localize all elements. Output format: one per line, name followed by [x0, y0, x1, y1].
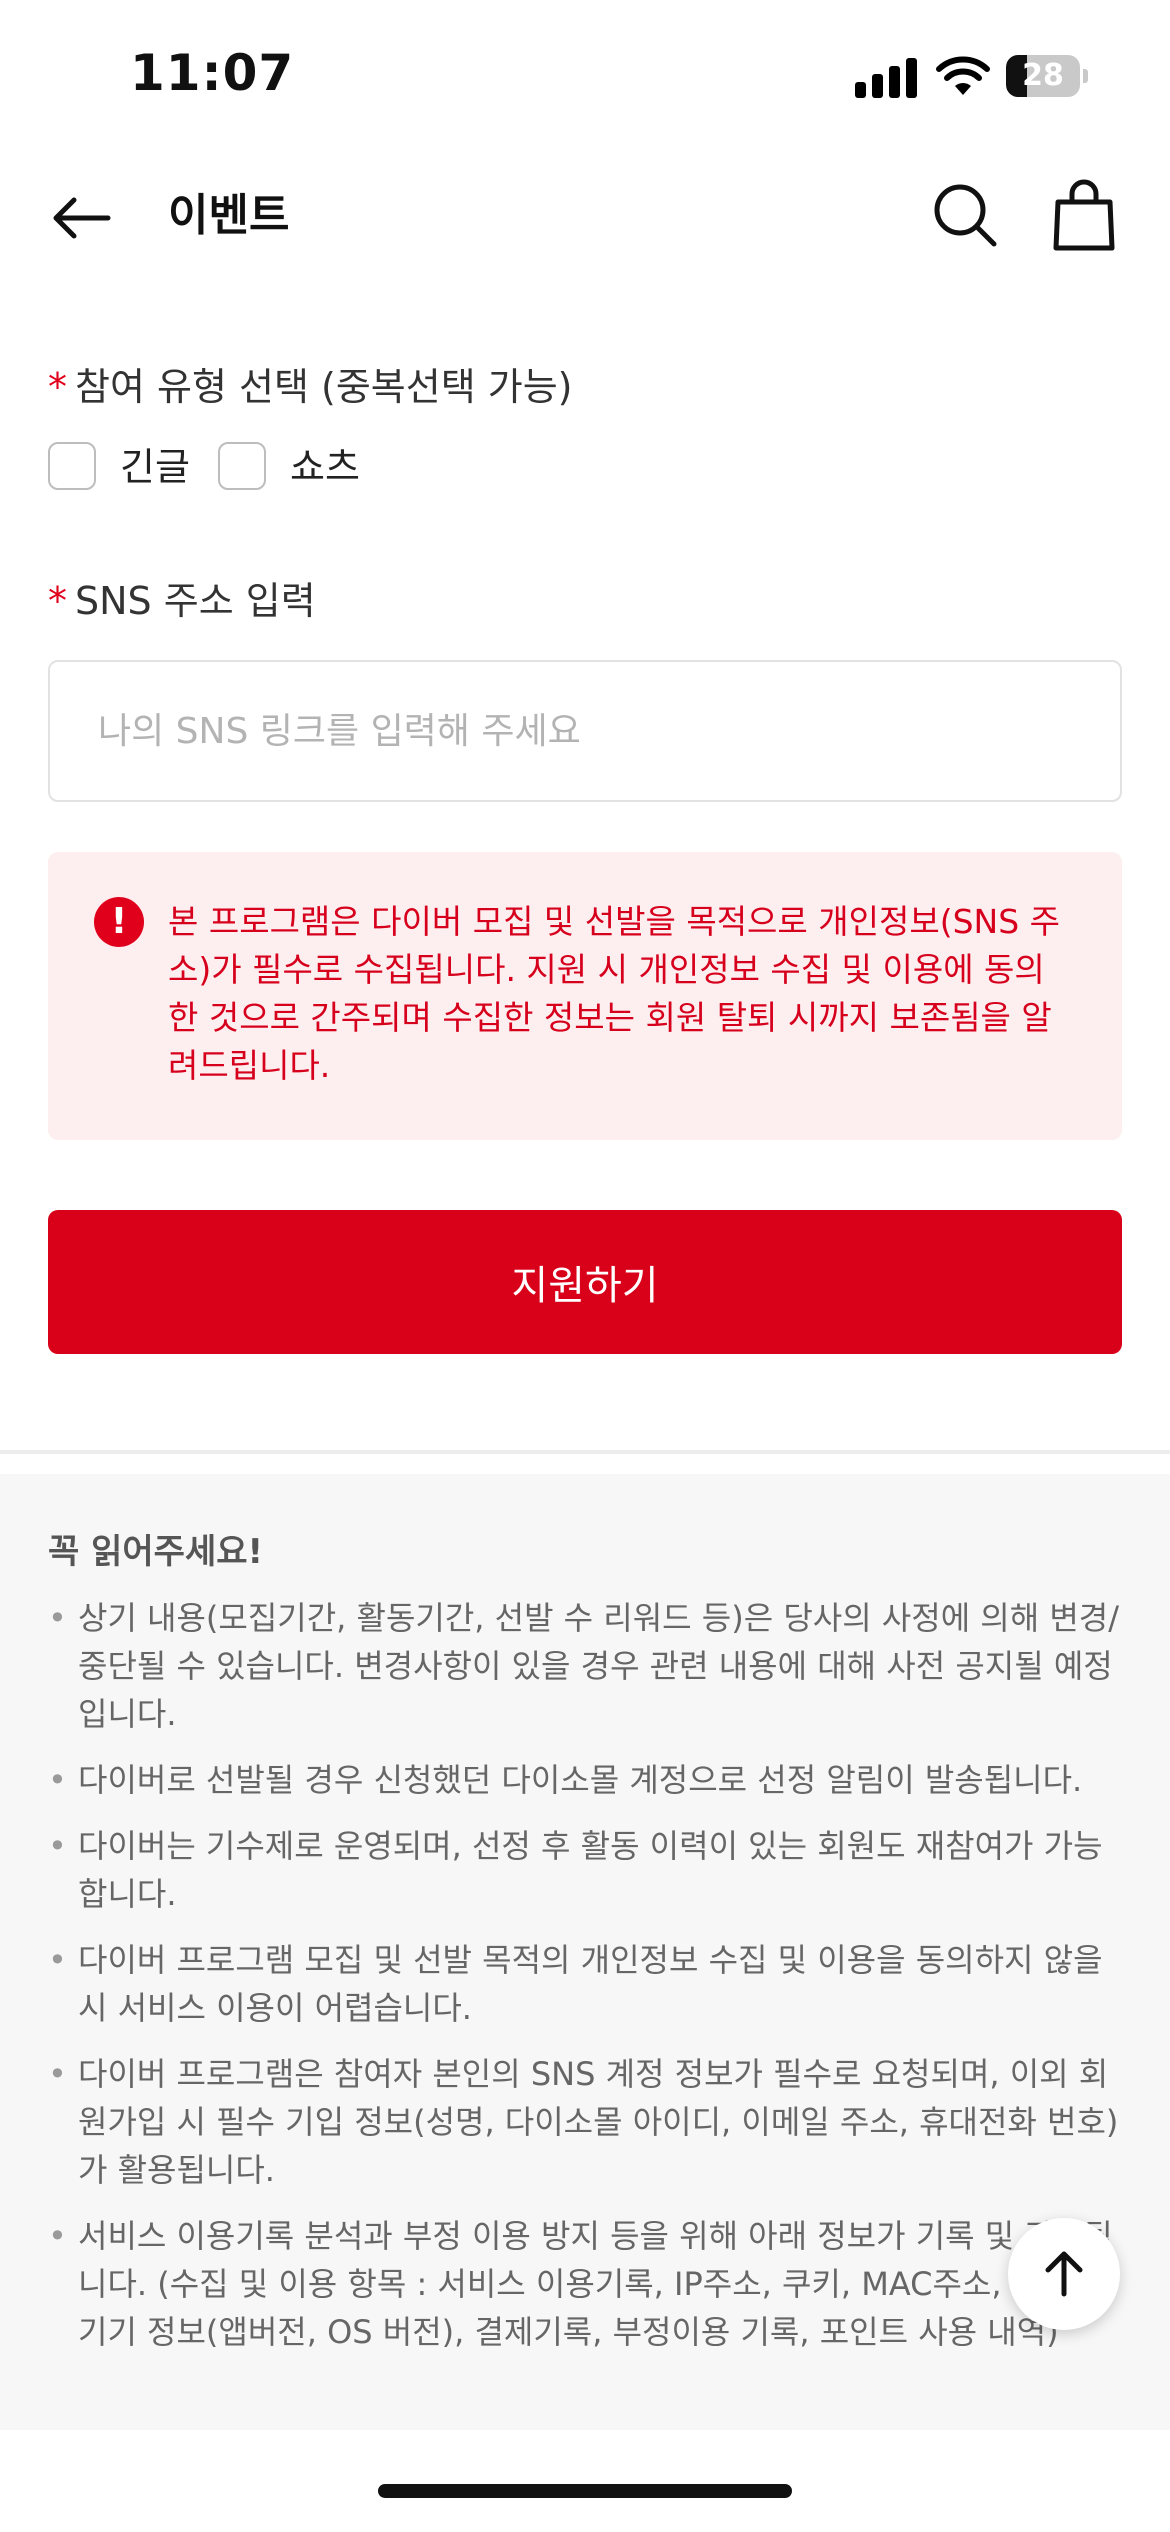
cellular-signal-icon [855, 58, 917, 98]
required-mark: * [48, 579, 67, 623]
page-title: 이벤트 [168, 190, 290, 241]
required-mark: * [48, 365, 67, 409]
apply-button[interactable]: 지원하기 [48, 1210, 1122, 1354]
participation-type-label: * 참여 유형 선택 (중복선택 가능) [48, 356, 573, 411]
sns-link-input[interactable] [48, 660, 1122, 802]
info-item: 상기 내용(모집기간, 활동기간, 선발 수 리워드 등)은 당사의 사정에 의… [48, 1594, 1128, 1738]
notice-info-section: 꼭 읽어주세요! 상기 내용(모집기간, 활동기간, 선발 수 리워드 등)은 … [0, 1474, 1170, 2430]
shopping-bag-icon[interactable] [1050, 178, 1118, 252]
info-list: 상기 내용(모집기간, 활동기간, 선발 수 리워드 등)은 당사의 사정에 의… [48, 1594, 1128, 2374]
battery-percent: 28 [1022, 58, 1064, 93]
privacy-notice-box: ! 본 프로그램은 다이버 모집 및 선발을 목적으로 개인정보(SNS 주소)… [48, 852, 1122, 1140]
event-page: 11:07 28 이벤트 * 참여 유형 선택 (중복선택 가능) 긴글 쇼츠 … [0, 0, 1170, 2532]
option-shorts[interactable]: 쇼츠 [218, 440, 368, 496]
privacy-notice-text: 본 프로그램은 다이버 모집 및 선발을 목적으로 개인정보(SNS 주소)가 … [168, 902, 1061, 1085]
checkbox-shorts[interactable] [218, 442, 266, 490]
status-time: 11:07 [130, 44, 295, 102]
sns-address-label-text: SNS 주소 입력 [75, 579, 316, 623]
arrow-up-icon [1045, 2251, 1083, 2297]
scroll-top-button[interactable] [1008, 2218, 1120, 2330]
option-long-post[interactable]: 긴글 [48, 440, 190, 496]
search-icon[interactable] [930, 180, 1000, 250]
exclamation-icon: ! [94, 897, 144, 947]
status-bar: 11:07 28 [0, 0, 1170, 150]
section-divider [0, 1450, 1170, 1454]
checkbox-long-post[interactable] [48, 442, 96, 490]
info-item: 다이버는 기수제로 운영되며, 선정 후 활동 이력이 있는 회원도 재참여가 … [48, 1822, 1128, 1918]
sns-address-label: * SNS 주소 입력 [48, 570, 316, 625]
wifi-icon [936, 56, 990, 95]
info-item: 서비스 이용기록 분석과 부정 이용 방지 등을 위해 아래 정보가 기록 및 … [48, 2212, 1128, 2356]
battery-icon: 28 [1006, 55, 1088, 97]
info-item: 다이버 프로그램은 참여자 본인의 SNS 계정 정보가 필수로 요청되며, 이… [48, 2050, 1128, 2194]
info-item: 다이버 프로그램 모집 및 선발 목적의 개인정보 수집 및 이용을 동의하지 … [48, 1936, 1128, 2032]
home-indicator [378, 2484, 792, 2498]
option-shorts-label: 쇼츠 [290, 445, 360, 489]
arrow-left-icon[interactable] [46, 182, 118, 254]
top-header: 이벤트 [0, 160, 1170, 270]
option-long-post-label: 긴글 [120, 445, 190, 489]
participation-type-label-text: 참여 유형 선택 (중복선택 가능) [75, 365, 573, 409]
info-title: 꼭 읽어주세요! [48, 1532, 264, 1572]
info-item: 다이버로 선발될 경우 신청했던 다이소몰 계정으로 선정 알림이 발송됩니다. [48, 1756, 1128, 1804]
